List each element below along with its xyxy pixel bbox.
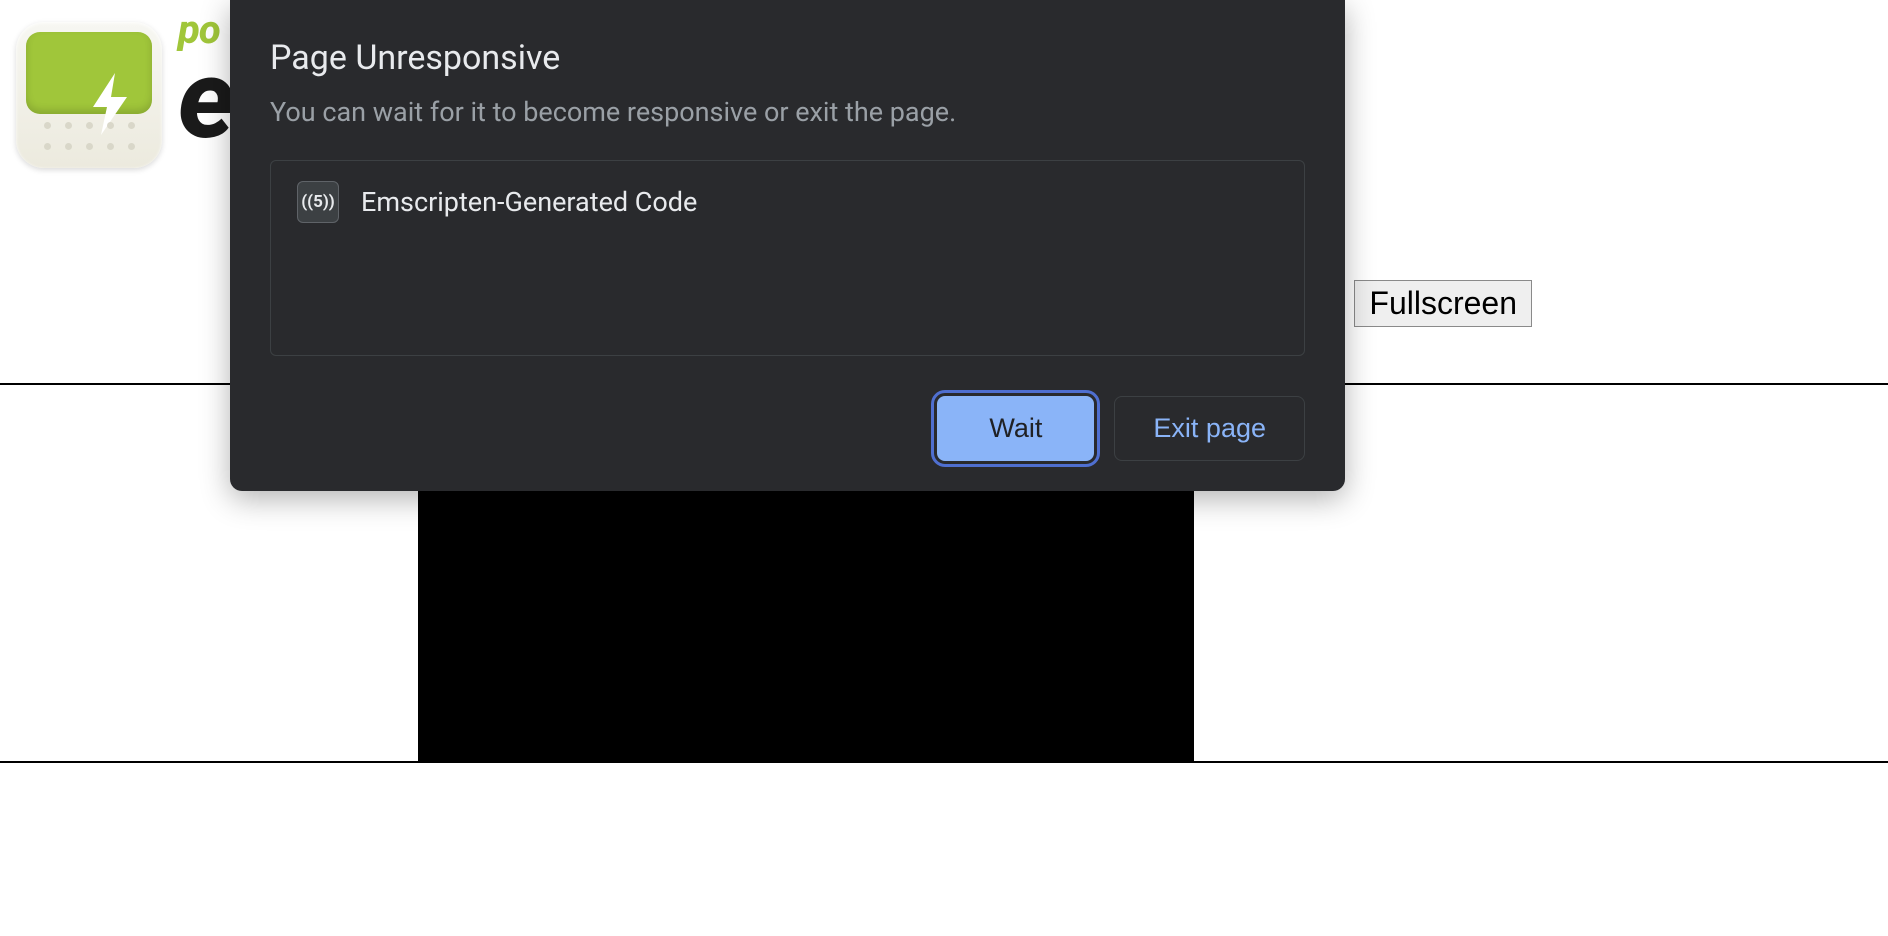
wordmark: po e [178, 10, 232, 149]
wordmark-big-text: e [178, 50, 232, 149]
page-favicon-icon: ((5)) [297, 181, 339, 223]
dialog-button-row: Wait Exit page [270, 396, 1305, 461]
unresponsive-pages-list: ((5)) Emscripten-Generated Code [270, 160, 1305, 356]
page-background: po e Fullscreen Page Unresponsive You ca… [0, 0, 1888, 936]
list-item: ((5)) Emscripten-Generated Code [297, 181, 1278, 223]
dialog-subtitle: You can wait for it to become responsive… [270, 96, 1305, 128]
dialog-title: Page Unresponsive [270, 38, 1305, 78]
wait-button[interactable]: Wait [937, 396, 1094, 461]
bottom-divider [0, 761, 1888, 763]
logo-top-panel [26, 32, 152, 114]
fullscreen-button[interactable]: Fullscreen [1354, 280, 1532, 327]
exit-page-button[interactable]: Exit page [1114, 396, 1305, 461]
logo-dots [16, 122, 162, 150]
page-label: Emscripten-Generated Code [361, 186, 697, 218]
emscripten-logo [16, 22, 162, 168]
page-unresponsive-dialog: Page Unresponsive You can wait for it to… [230, 0, 1345, 491]
